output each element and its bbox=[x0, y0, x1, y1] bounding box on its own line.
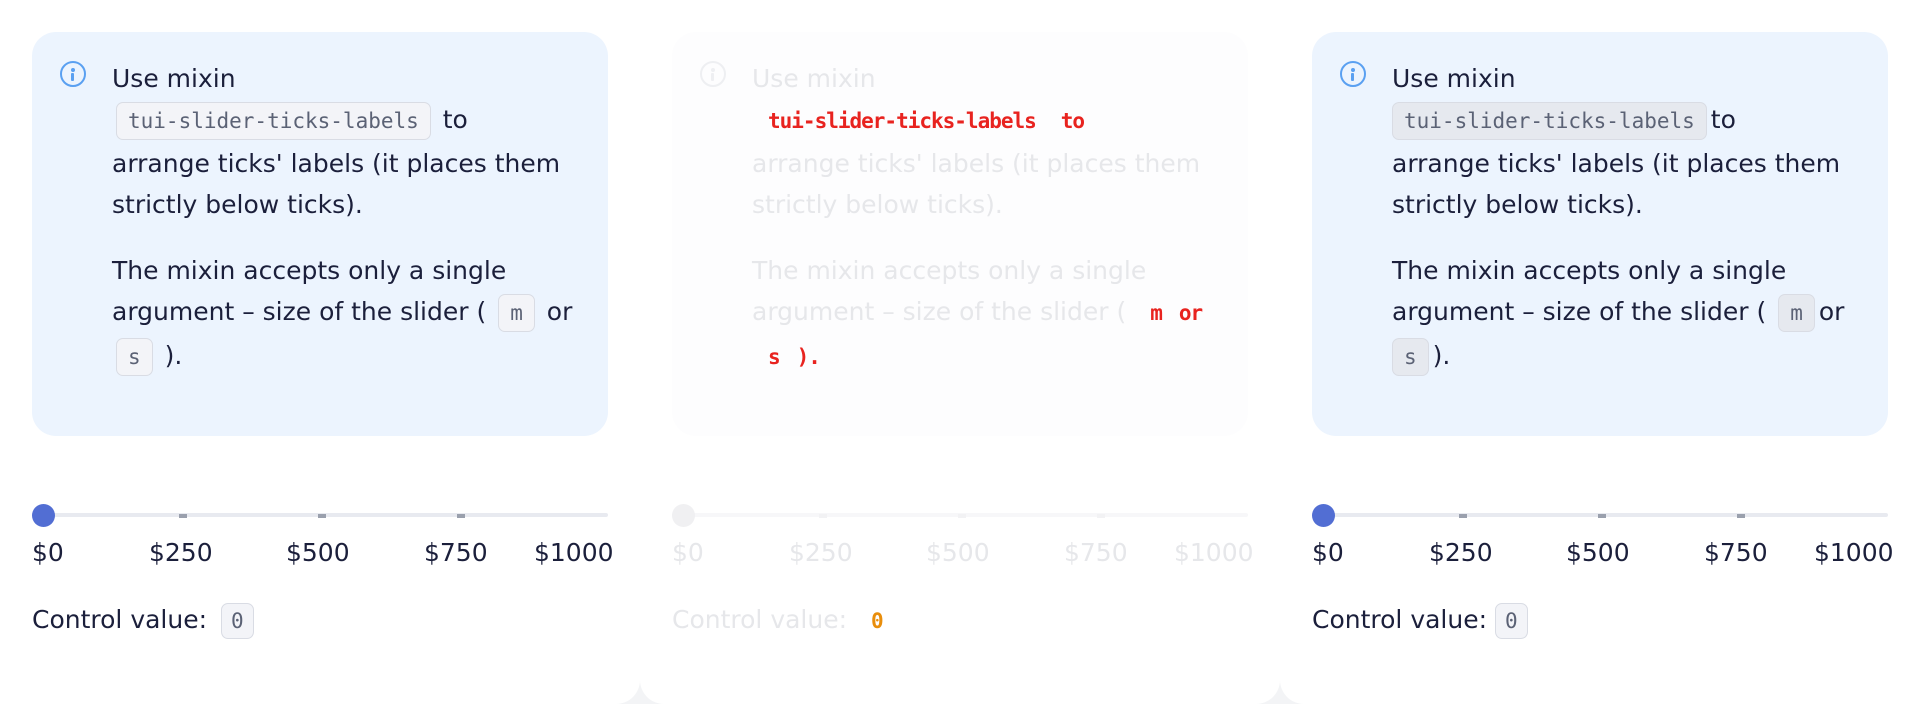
notification-text: The mixin accepts only a single bbox=[112, 256, 507, 285]
notification-paragraph: The mixin accepts only a single argument… bbox=[1392, 250, 1848, 379]
tick-label: $1000 bbox=[1174, 538, 1254, 567]
notification-text: argument – size of the slider ( bbox=[112, 297, 487, 326]
mixin-code: tui-slider-ticks-labels bbox=[1392, 102, 1707, 140]
slider-tick bbox=[958, 514, 966, 518]
size-s-code: s bbox=[116, 338, 153, 376]
control-value-label: Control value: bbox=[672, 605, 848, 634]
notification-text: or bbox=[1818, 297, 1845, 326]
slider-tick bbox=[1598, 514, 1606, 518]
slider-tick bbox=[179, 514, 187, 518]
info-icon bbox=[700, 61, 726, 87]
tick-label: $500 bbox=[926, 538, 990, 567]
notification-text: to bbox=[1060, 109, 1085, 133]
size-m-code: m bbox=[1150, 301, 1163, 325]
info-icon bbox=[60, 61, 86, 87]
info-icon bbox=[1340, 61, 1366, 87]
size-m-code: m bbox=[498, 294, 535, 332]
notification-text: ). bbox=[1432, 341, 1451, 370]
tick-label: $500 bbox=[286, 538, 350, 567]
notification-text: The mixin accepts only a single bbox=[752, 256, 1147, 285]
control-value-label: Control value: bbox=[1312, 605, 1488, 634]
notification-text: Use mixin bbox=[112, 64, 236, 93]
slider-tick bbox=[457, 514, 465, 518]
notification-text: argument – size of the slider ( bbox=[1392, 297, 1767, 326]
info-notification: Use mixin tui-slider-ticks-labels to arra… bbox=[1312, 32, 1888, 436]
info-notification: Use mixin tui-slider-ticks-labels to arr… bbox=[32, 32, 608, 436]
notification-paragraph: The mixin accepts only a single argument… bbox=[752, 250, 1208, 379]
demo-panel-3: Use mixin tui-slider-ticks-labels to arra… bbox=[1280, 0, 1920, 704]
demo-panel-2: Use mixin tui-slider-ticks-labels to arr… bbox=[640, 0, 1280, 704]
slider-tick bbox=[1097, 514, 1105, 518]
notification-text: The mixin accepts only a single bbox=[1392, 256, 1787, 285]
slider-thumb[interactable] bbox=[672, 504, 695, 527]
mixin-code: tui-slider-ticks-labels bbox=[116, 102, 431, 140]
notification-paragraph: Use mixin tui-slider-ticks-labels to arra… bbox=[1392, 58, 1848, 225]
notification-text: ). bbox=[164, 341, 183, 370]
tick-label: $250 bbox=[789, 538, 853, 567]
control-value: 0 bbox=[220, 603, 254, 639]
notification-paragraph: The mixin accepts only a single argument… bbox=[112, 250, 572, 379]
slider-tick bbox=[819, 514, 827, 518]
demo-panel-1: Use mixin tui-slider-ticks-labels to arr… bbox=[0, 0, 640, 704]
notification-text: strictly below ticks). bbox=[752, 190, 1003, 219]
control-value: 0 bbox=[1494, 603, 1528, 639]
notification-text: ). bbox=[796, 345, 821, 369]
info-notification: Use mixin tui-slider-ticks-labels to arr… bbox=[672, 32, 1248, 436]
size-s-code: s bbox=[768, 345, 781, 369]
mixin-code: tui-slider-ticks-labels bbox=[768, 109, 1037, 133]
tick-label: $0 bbox=[1312, 538, 1344, 567]
tick-label: $0 bbox=[672, 538, 704, 567]
control-value-row: Control value: 0 bbox=[32, 600, 258, 640]
notification-text: arrange ticks' labels (it places them bbox=[752, 149, 1201, 178]
notification-text: to bbox=[1710, 105, 1736, 134]
slider-tick bbox=[1459, 514, 1467, 518]
notification-text: to bbox=[442, 105, 468, 134]
control-value: 0 bbox=[870, 609, 884, 633]
slider-thumb[interactable] bbox=[1312, 504, 1335, 527]
notification-paragraph: Use mixin tui-slider-ticks-labels to arr… bbox=[752, 58, 1208, 225]
notification-text: or bbox=[546, 297, 573, 326]
notification-text: argument – size of the slider ( bbox=[752, 297, 1127, 326]
notification-text: strictly below ticks). bbox=[112, 190, 363, 219]
slider-tick bbox=[318, 514, 326, 518]
notification-text: arrange ticks' labels (it places them bbox=[1392, 149, 1841, 178]
control-value-row: Control value: 0 bbox=[1312, 600, 1532, 640]
tick-label: $250 bbox=[149, 538, 213, 567]
slider-tick bbox=[1737, 514, 1745, 518]
notification-text: Use mixin bbox=[752, 64, 876, 93]
notification-text: strictly below ticks). bbox=[1392, 190, 1643, 219]
notification-text: arrange ticks' labels (it places them bbox=[112, 149, 561, 178]
size-m-code: m bbox=[1778, 294, 1815, 332]
tick-label: $1000 bbox=[534, 538, 614, 567]
tick-label: $750 bbox=[1704, 538, 1768, 567]
control-value-label: Control value: bbox=[32, 605, 208, 634]
tick-label: $250 bbox=[1429, 538, 1493, 567]
tick-label: $500 bbox=[1566, 538, 1630, 567]
tick-label: $1000 bbox=[1814, 538, 1894, 567]
tick-label: $750 bbox=[1064, 538, 1128, 567]
tick-label: $750 bbox=[424, 538, 488, 567]
tick-label: $0 bbox=[32, 538, 64, 567]
control-value-row: Control value: 0 bbox=[672, 600, 897, 640]
slider-thumb[interactable] bbox=[32, 504, 55, 527]
notification-paragraph: Use mixin tui-slider-ticks-labels to arr… bbox=[112, 58, 568, 225]
notification-text: or bbox=[1178, 301, 1203, 325]
size-s-code: s bbox=[1392, 338, 1429, 376]
notification-text: Use mixin bbox=[1392, 64, 1516, 93]
